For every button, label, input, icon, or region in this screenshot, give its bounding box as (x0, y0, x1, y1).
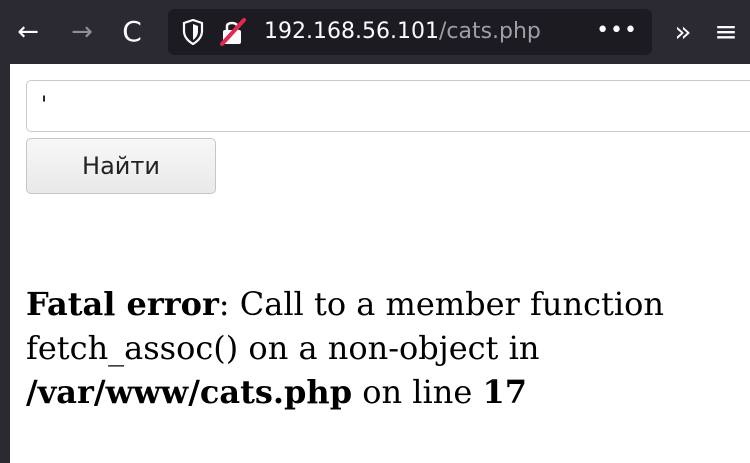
error-message: Fatal error: Call to a member function f… (26, 282, 746, 414)
back-arrow-icon[interactable]: ← (8, 14, 48, 50)
url-host: 192.168.56.101 (264, 19, 439, 44)
search-input[interactable]: ' (26, 80, 750, 132)
browser-toolbar: ← → C 192.168.56.101/cats.php ••• » ≡ (0, 0, 750, 64)
error-text-2: on line (352, 373, 483, 411)
tracking-shield-icon[interactable] (182, 19, 204, 45)
overflow-chevron-icon[interactable]: » (666, 14, 700, 50)
insecure-lock-icon[interactable] (220, 18, 246, 46)
page-content: ' Найти Fatal error: Call to a member fu… (10, 64, 750, 463)
search-button[interactable]: Найти (26, 138, 216, 194)
page-actions-icon[interactable]: ••• (596, 9, 638, 55)
url-text[interactable]: 192.168.56.101/cats.php (264, 9, 541, 55)
hamburger-menu-icon[interactable]: ≡ (708, 14, 744, 50)
forward-arrow-icon[interactable]: → (62, 14, 102, 50)
error-file-path: /var/www/cats.php (26, 373, 353, 411)
address-bar[interactable]: 192.168.56.101/cats.php ••• (168, 9, 652, 55)
error-label: Fatal error (26, 285, 219, 323)
reload-icon[interactable]: C (112, 14, 152, 50)
error-line-number: 17 (482, 373, 527, 411)
url-path: /cats.php (438, 19, 541, 44)
